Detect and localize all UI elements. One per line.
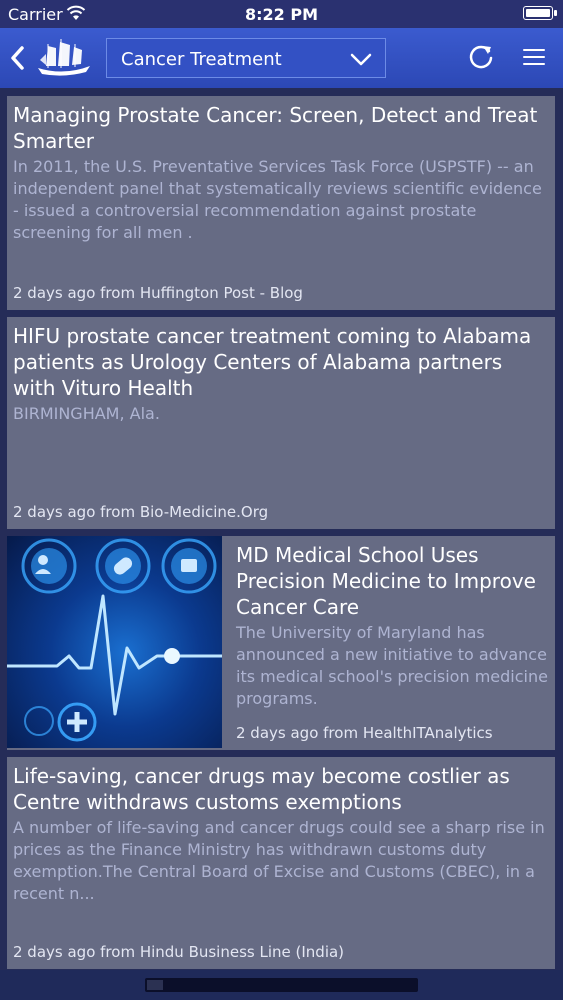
article-title: Life-saving, cancer drugs may become cos…	[13, 764, 510, 814]
article-card[interactable]: HIFU prostate cancer treatment coming to…	[7, 317, 555, 529]
article-title: HIFU prostate cancer treatment coming to…	[13, 324, 532, 400]
scroll-indicator-segment	[147, 980, 163, 990]
status-bar: Carrier 8:22 PM	[0, 0, 563, 28]
article-summary: In 2011, the U.S. Preventative Services …	[13, 157, 542, 242]
scroll-indicator[interactable]	[145, 978, 418, 992]
ship-logo-icon[interactable]	[34, 36, 94, 80]
status-time: 8:22 PM	[244, 5, 318, 24]
menu-icon[interactable]	[521, 46, 549, 70]
navigation-bar: Cancer Treatment	[0, 28, 563, 88]
article-summary: A number of life-saving and cancer drugs…	[13, 818, 545, 903]
news-feed: Managing Prostate Cancer: Screen, Detect…	[0, 88, 563, 970]
article-meta: 2 days ago from HealthITAnalytics	[236, 724, 493, 742]
article-summary: BIRMINGHAM, Ala.	[13, 404, 160, 423]
refresh-icon[interactable]	[466, 42, 496, 72]
article-meta: 2 days ago from Hindu Business Line (Ind…	[13, 943, 345, 961]
article-card[interactable]: MD Medical School Uses Precision Medicin…	[7, 536, 555, 750]
back-icon[interactable]	[6, 42, 30, 74]
bottom-bar	[0, 970, 563, 1000]
battery-icon	[523, 6, 557, 20]
article-summary: The University of Maryland has announced…	[236, 623, 548, 708]
heartbeat-illustration-icon	[7, 538, 222, 742]
article-title: MD Medical School Uses Precision Medicin…	[236, 543, 536, 619]
category-label: Cancer Treatment	[121, 49, 282, 70]
article-meta: 2 days ago from Huffington Post - Blog	[13, 284, 303, 302]
category-dropdown[interactable]: Cancer Treatment	[106, 38, 386, 78]
article-card[interactable]: Life-saving, cancer drugs may become cos…	[7, 757, 555, 969]
article-card[interactable]: Managing Prostate Cancer: Screen, Detect…	[7, 96, 555, 310]
article-title: Managing Prostate Cancer: Screen, Detect…	[13, 103, 538, 153]
article-meta: 2 days ago from Bio-Medicine.Org	[13, 503, 269, 521]
chevron-down-icon	[350, 53, 372, 66]
article-thumbnail	[7, 536, 222, 748]
